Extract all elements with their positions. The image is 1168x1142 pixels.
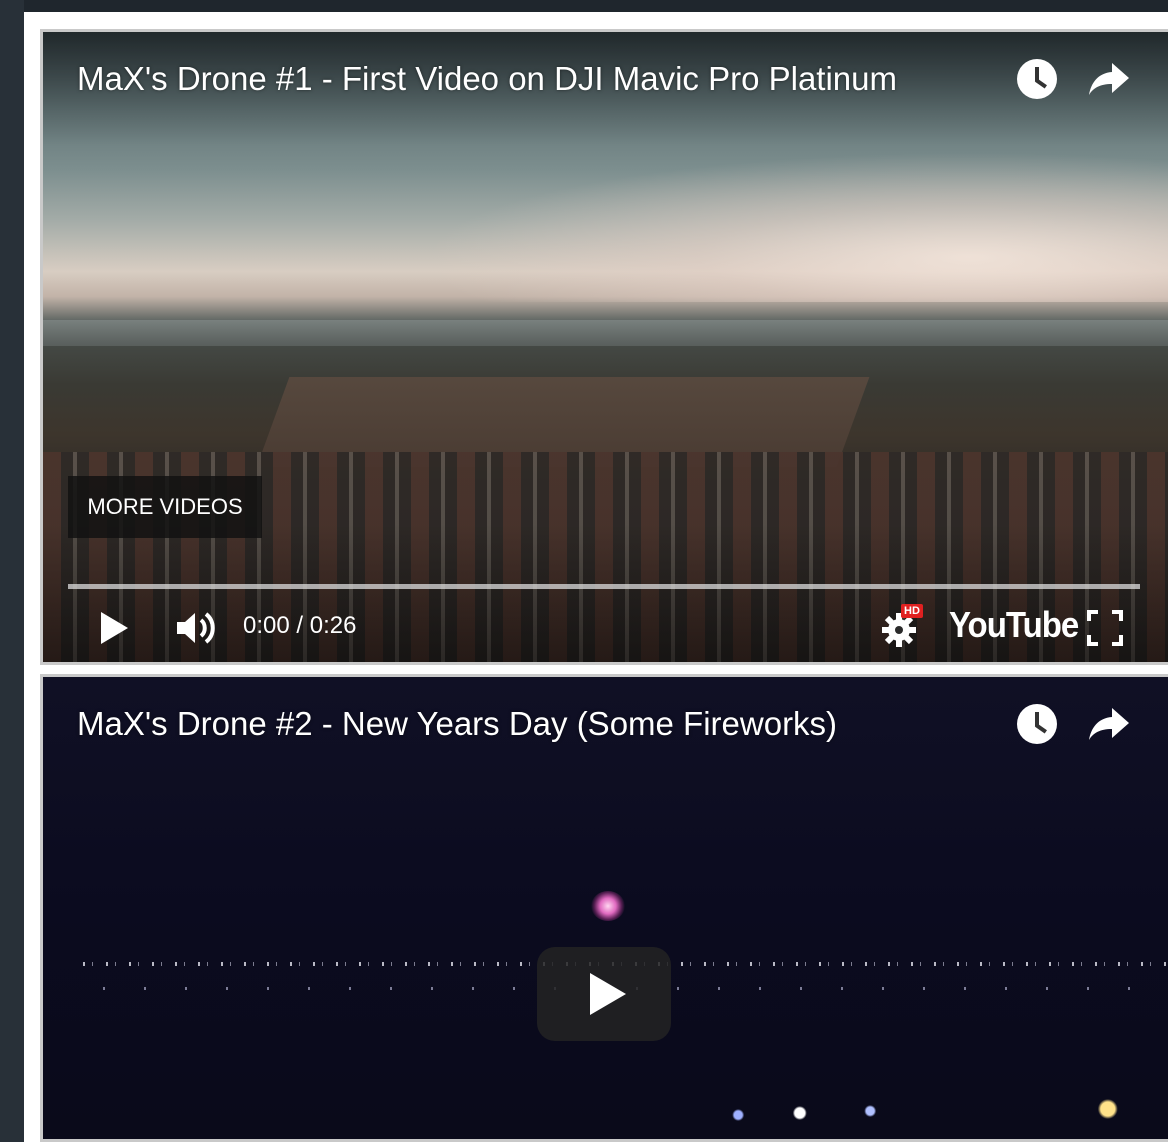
- clock-icon: [1017, 59, 1057, 99]
- progress-bar[interactable]: [68, 584, 1140, 589]
- time-display: 0:00 / 0:26: [243, 612, 357, 639]
- video-top-actions: [1016, 703, 1130, 745]
- share-button[interactable]: [1088, 703, 1130, 745]
- more-videos-button[interactable]: MORE VIDEOS: [68, 476, 262, 538]
- video-top-actions: [1016, 58, 1130, 100]
- video-vignette: [43, 32, 1168, 662]
- large-play-button[interactable]: [537, 947, 671, 1041]
- share-arrow-icon: [1089, 708, 1129, 740]
- youtube-logo[interactable]: YouTube: [949, 604, 1079, 646]
- video-title[interactable]: MaX's Drone #2 - New Years Day (Some Fir…: [77, 705, 837, 743]
- watch-later-button[interactable]: [1016, 703, 1058, 745]
- left-gutter: [0, 0, 24, 1142]
- video-player-1[interactable]: MaX's Drone #1 - First Video on DJI Mavi…: [40, 29, 1168, 665]
- video-title[interactable]: MaX's Drone #1 - First Video on DJI Mavi…: [77, 60, 897, 98]
- play-icon[interactable]: [101, 612, 128, 644]
- watch-later-button[interactable]: [1016, 58, 1058, 100]
- play-icon: [590, 973, 626, 1015]
- house-lights: [703, 1091, 1143, 1131]
- volume-icon[interactable]: [175, 608, 219, 648]
- page-top-bar: [0, 0, 1168, 12]
- share-arrow-icon: [1089, 63, 1129, 95]
- clock-icon: [1017, 704, 1057, 744]
- share-button[interactable]: [1088, 58, 1130, 100]
- video-player-2[interactable]: MaX's Drone #2 - New Years Day (Some Fir…: [40, 674, 1168, 1142]
- fullscreen-icon[interactable]: [1087, 610, 1123, 646]
- video-thumbnail-night-fireworks: [43, 677, 1168, 1139]
- player-controls: 0:00 / 0:26 HD YouTube: [43, 594, 1168, 654]
- hd-badge: HD: [901, 604, 923, 618]
- firework: [591, 891, 625, 921]
